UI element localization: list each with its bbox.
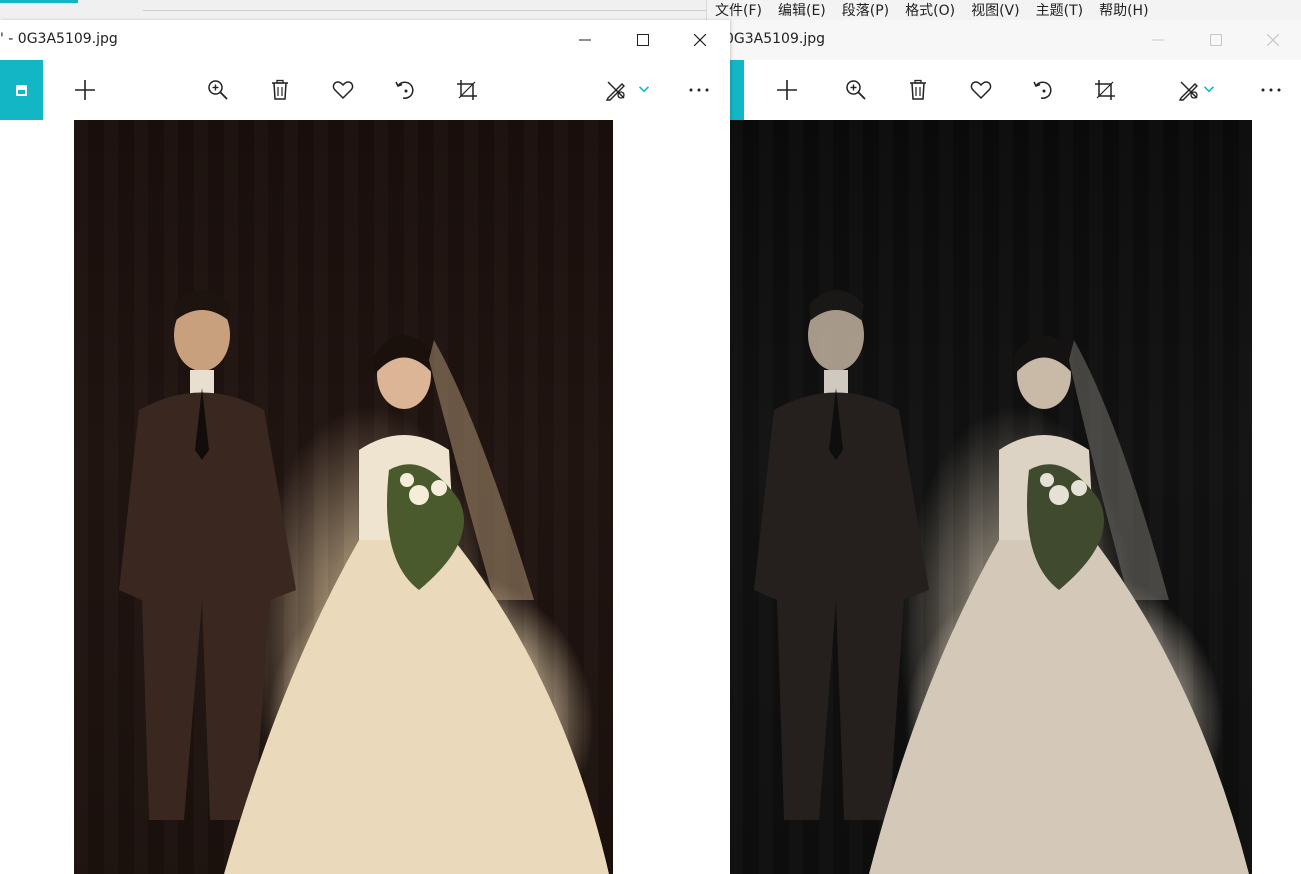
- menu-paragraph[interactable]: 段落(P): [842, 0, 889, 22]
- favorite-icon: [970, 81, 992, 100]
- add-button[interactable]: [67, 72, 103, 108]
- edit-dropdown-button[interactable]: [1199, 72, 1219, 108]
- close-button[interactable]: [1250, 20, 1296, 60]
- menu-view[interactable]: 视图(V): [971, 0, 1020, 22]
- background-divider: [143, 10, 713, 11]
- background-accent-tab: [0, 0, 78, 3]
- photo-viewer-window-left: ' - 0G3A5109.jpg: [0, 20, 730, 874]
- menu-help[interactable]: 帮助(H): [1099, 0, 1148, 22]
- titlebar: 0G3A5109.jpg: [715, 20, 1301, 60]
- menu-edit[interactable]: 编辑(E): [778, 0, 826, 22]
- close-button[interactable]: [677, 20, 723, 60]
- chevron-down-icon: [1204, 86, 1214, 93]
- photo-subjects: [754, 290, 1249, 874]
- zoom-in-button[interactable]: [200, 72, 236, 108]
- rotate-button[interactable]: [387, 72, 423, 108]
- crop-icon: [457, 80, 477, 100]
- toolbar: [0, 60, 730, 120]
- add-button[interactable]: [769, 72, 805, 108]
- window-title: ' - 0G3A5109.jpg: [0, 31, 118, 47]
- rotate-icon: [395, 81, 414, 99]
- toolbar: [715, 60, 1301, 120]
- zoom-in-icon: [846, 80, 866, 100]
- edit-dropdown-button[interactable]: [634, 72, 654, 108]
- maximize-icon: [637, 34, 649, 46]
- rotate-icon: [1033, 81, 1052, 99]
- favorite-button[interactable]: [963, 72, 999, 108]
- photo-image: [729, 120, 1252, 874]
- background-menubar: 文件(F) 编辑(E) 段落(P) 格式(O) 视图(V) 主题(T) 帮助(H…: [706, 0, 1301, 22]
- edit-icon: [605, 81, 625, 101]
- add-icon: [777, 80, 797, 100]
- edit-icon: [1178, 81, 1198, 101]
- menu-format[interactable]: 格式(O): [905, 0, 955, 22]
- photos-app-icon: [16, 84, 27, 96]
- photo-subjects: [119, 290, 609, 874]
- delete-button[interactable]: [900, 72, 936, 108]
- crop-icon: [1095, 80, 1115, 100]
- close-icon: [1267, 34, 1279, 46]
- zoom-in-icon: [208, 80, 228, 100]
- more-button[interactable]: [1253, 72, 1289, 108]
- minimize-icon: [579, 39, 591, 41]
- crop-button[interactable]: [449, 72, 485, 108]
- window-title: 0G3A5109.jpg: [725, 31, 825, 47]
- app-accent-block[interactable]: [0, 60, 43, 120]
- minimize-icon: [1152, 39, 1164, 41]
- more-icon: [1261, 88, 1281, 92]
- favorite-button[interactable]: [325, 72, 361, 108]
- minimize-button[interactable]: [1135, 20, 1181, 60]
- photo-viewer-window-right: 0G3A5109.jpg: [715, 20, 1301, 874]
- delete-icon: [272, 79, 288, 100]
- edit-button[interactable]: [598, 72, 634, 108]
- chevron-down-icon: [639, 86, 649, 93]
- more-button[interactable]: [681, 72, 717, 108]
- crop-button[interactable]: [1087, 72, 1123, 108]
- menu-file[interactable]: 文件(F): [715, 0, 762, 22]
- minimize-button[interactable]: [562, 20, 608, 60]
- more-icon: [689, 88, 709, 92]
- maximize-icon: [1210, 34, 1222, 46]
- favorite-icon: [332, 81, 354, 100]
- maximize-button[interactable]: [620, 20, 666, 60]
- rotate-button[interactable]: [1025, 72, 1061, 108]
- zoom-in-button[interactable]: [838, 72, 874, 108]
- delete-icon: [910, 79, 926, 100]
- maximize-button[interactable]: [1193, 20, 1239, 60]
- menu-theme[interactable]: 主题(T): [1036, 0, 1083, 22]
- delete-button[interactable]: [262, 72, 298, 108]
- close-icon: [694, 34, 706, 46]
- photo-image: [74, 120, 613, 874]
- add-icon: [75, 80, 95, 100]
- titlebar: ' - 0G3A5109.jpg: [0, 20, 730, 60]
